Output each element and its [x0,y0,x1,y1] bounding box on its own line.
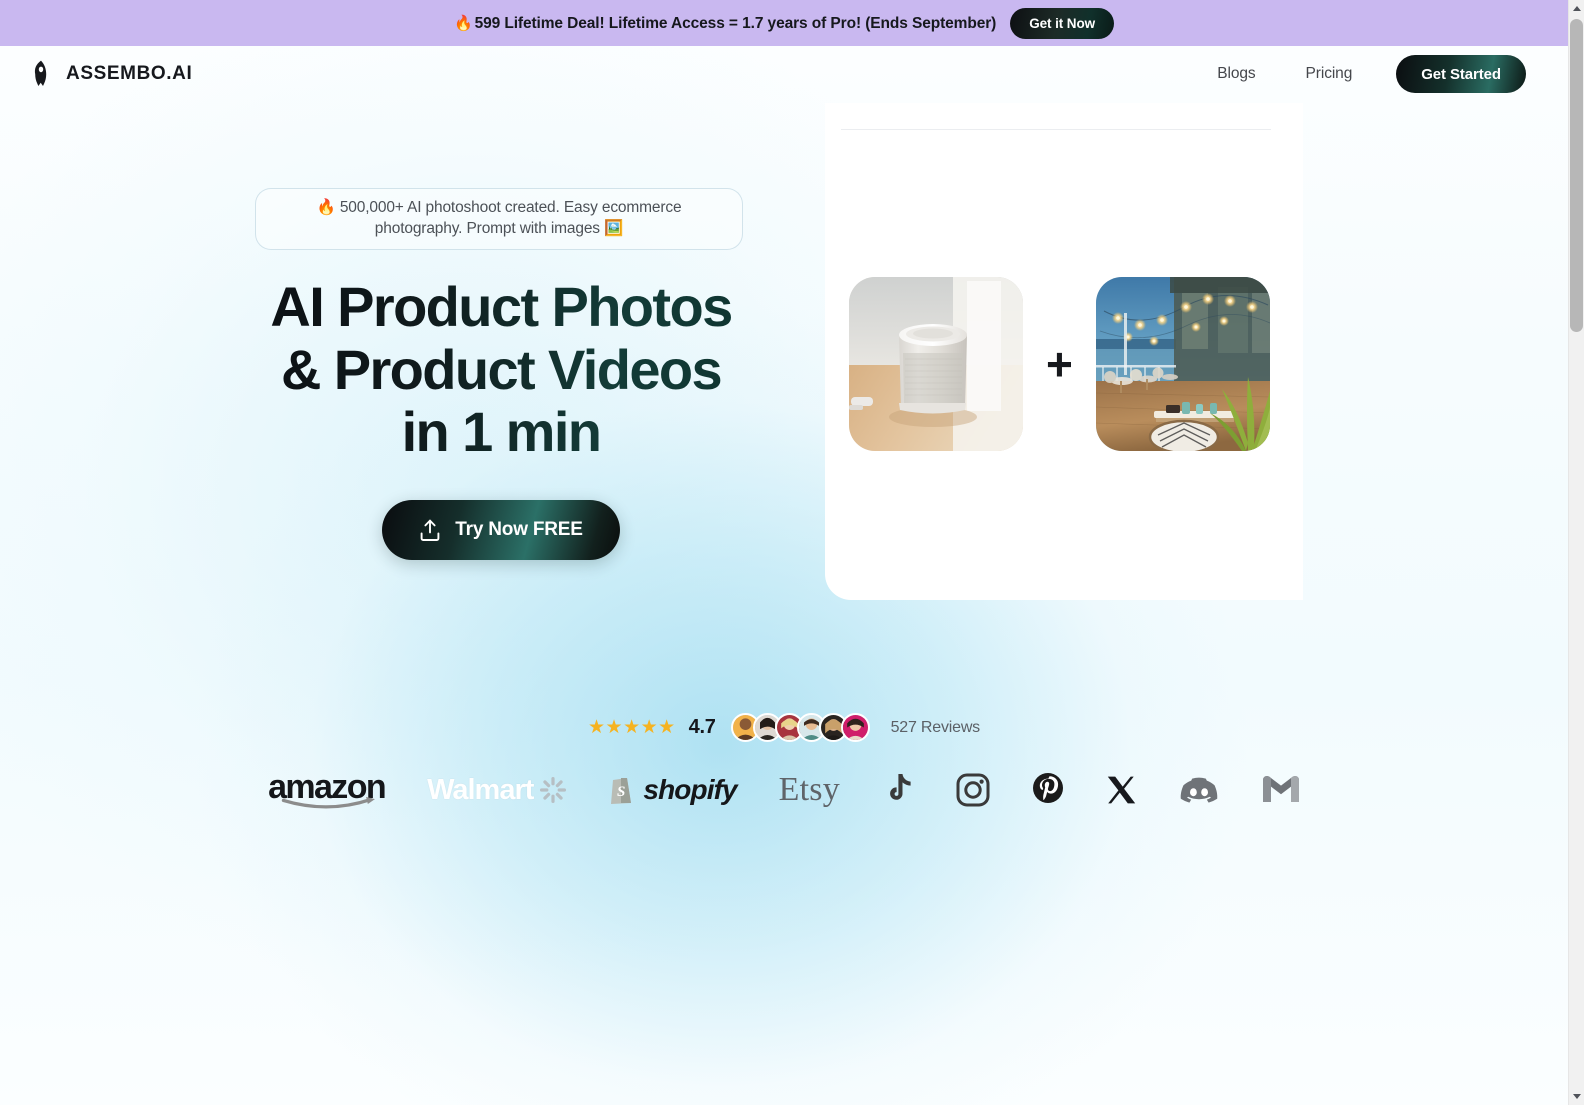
promo-banner-text: 🔥 599 Lifetime Deal! Lifetime Access = 1.… [454,14,996,33]
nav-link-pricing[interactable]: Pricing [1281,65,1378,83]
fire-icon: 🔥 [453,14,473,32]
hero-title-line-3: in 1 min [401,400,601,464]
product-image-thumbnail[interactable] [849,277,1023,451]
logo-shopify: S shopify [587,762,757,818]
scroll-down-arrow-icon[interactable] [1569,1088,1584,1105]
page-root: 🔥 599 Lifetime Deal! Lifetime Access = 1.… [0,0,1584,1105]
plus-icon: + [1046,338,1073,390]
logo-tiktok [861,762,935,818]
page-scrollbar[interactable] [1568,0,1584,1105]
hero-cta-container: Try Now FREE [255,500,747,560]
scroll-up-arrow-icon[interactable] [1569,0,1584,17]
gmail-icon [1262,776,1299,802]
brand-name: ASSEMBO.AI [66,63,193,84]
walmart-wordmark: Walmart [427,773,534,806]
x-twitter-icon [1107,776,1136,804]
nav-link-blogs[interactable]: Blogs [1192,65,1280,83]
logo-amazon: amazon [247,762,406,818]
avatar-image [842,715,868,740]
showcase-card: + [825,103,1303,600]
logo-pinterest [1011,762,1085,818]
svg-text:S: S [617,784,625,800]
product-image [849,277,1023,451]
primary-navigation: Blogs Pricing Get Started [1192,55,1526,93]
upload-icon [420,519,440,541]
logo-x [1085,762,1157,818]
amazon-swoosh-icon [281,796,376,808]
etsy-wordmark: Etsy [778,771,840,808]
promo-banner-message: 599 Lifetime Deal! Lifetime Access = 1.7… [474,14,997,32]
social-proof: ★★★★★ 4.7 527 Reviews [0,713,1568,742]
rocket-icon [34,60,47,86]
try-now-free-button[interactable]: Try Now FREE [382,500,620,560]
logo-etsy: Etsy [758,762,861,818]
hero-background [0,46,1568,1105]
tiktok-icon [890,774,911,800]
reviewer-avatars [730,713,870,742]
rating-value: 4.7 [688,716,716,738]
brand-logo-strip: amazon Walmart S shopify Etsy [0,762,1568,818]
get-it-now-button[interactable]: Get it Now [1010,7,1114,39]
instagram-icon [956,773,990,807]
hero-title-line-2: & Product Videos [280,337,722,401]
get-started-button[interactable]: Get Started [1396,55,1526,93]
logo-discord [1157,762,1241,818]
scene-image [1095,277,1270,451]
promo-banner: 🔥 599 Lifetime Deal! Lifetime Access = 1.… [0,0,1568,46]
image-compose-row: + [849,277,1270,451]
hero-badge: 🔥 500,000+ AI photoshoot created. Easy e… [255,188,743,250]
hero-title-line-1: AI Product Photos [270,274,732,338]
hero-content: 🔥 500,000+ AI photoshoot created. Easy e… [255,188,747,560]
scene-image-thumbnail[interactable] [1095,277,1270,451]
pinterest-icon [1032,773,1063,803]
scrollbar-thumb[interactable] [1570,19,1583,332]
reviews-count: 527 Reviews [890,718,981,736]
site-header: ASSEMBO.AI Blogs Pricing Get Started [0,46,1568,102]
page-title: AI Product Photos & Product Videos in 1 … [255,276,747,464]
card-divider [841,129,1271,130]
avatar [840,713,870,742]
logo-walmart: Walmart [406,762,587,818]
brand-logo[interactable]: ASSEMBO.AI [30,60,192,88]
logo-gmail [1241,762,1321,818]
try-now-free-label: Try Now FREE [455,519,583,540]
discord-icon [1180,777,1218,803]
shopify-wordmark: shopify [643,774,737,805]
walmart-spark-icon [540,777,567,803]
shopify-bag-icon: S [611,778,632,804]
logo-instagram [935,762,1011,818]
star-rating-icon: ★★★★★ [588,717,676,738]
